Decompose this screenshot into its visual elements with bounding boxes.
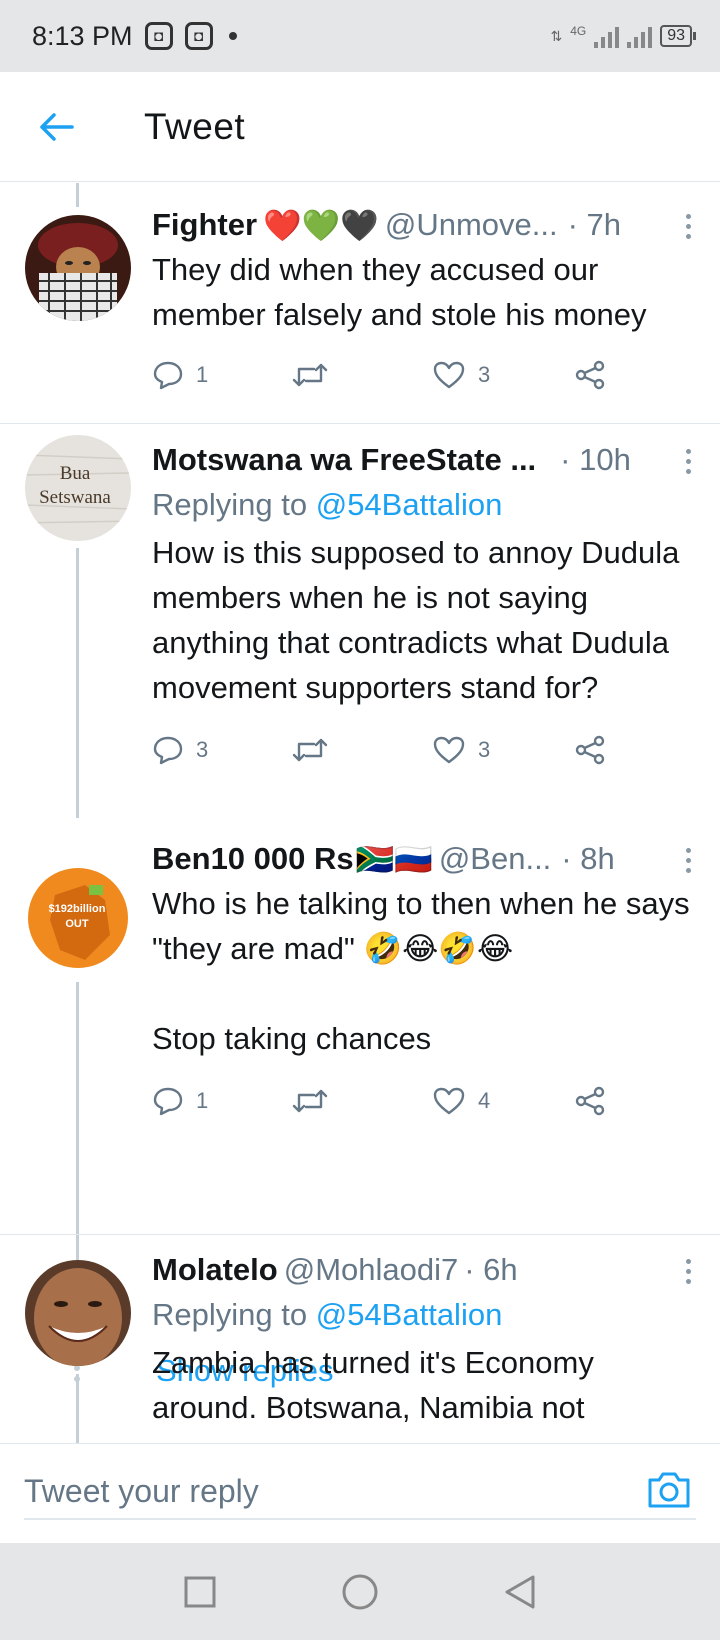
network-type-label: 4G — [570, 24, 587, 38]
tweet-text: How is this supposed to annoy Dudula mem… — [152, 535, 688, 705]
retweet-button[interactable] — [292, 361, 432, 389]
display-name[interactable]: Motswana wa FreeState ... — [152, 442, 536, 478]
tweet-text: They did when they accused our member fa… — [152, 252, 647, 332]
heart-icon — [433, 1087, 465, 1115]
tweet-actions: 1 4 — [152, 1081, 700, 1121]
reply-composer — [0, 1443, 720, 1543]
tweet-actions: 3 3 — [152, 730, 700, 770]
avatar-text-line-2: OUT — [65, 918, 89, 930]
display-name[interactable]: Fighter — [152, 207, 257, 243]
data-transfer-icon: ⇅ — [550, 27, 563, 44]
display-name[interactable]: Ben10 000 Rs — [152, 841, 354, 877]
reply-count: 1 — [196, 362, 209, 387]
back-arrow-icon[interactable] — [28, 99, 84, 155]
replying-to-line: Replying to @54Battalion — [152, 1292, 700, 1338]
top-app-bar: Tweet — [0, 72, 720, 182]
replying-to-line: Replying to @54Battalion — [152, 482, 700, 528]
name-emoji: ❤️💚🖤 — [263, 207, 379, 243]
avatar[interactable] — [25, 1260, 131, 1366]
heart-icon — [433, 736, 465, 764]
replying-to-mention[interactable]: @54Battalion — [316, 487, 503, 522]
heart-icon — [433, 361, 465, 389]
status-time: 8:13 PM — [32, 20, 133, 51]
more-notifications-dot-icon — [228, 32, 237, 40]
tweet-actions: 1 3 — [152, 355, 700, 395]
tweet-thread: Fighter ❤️💚🖤 @Unmove... · 7h They did wh… — [0, 183, 720, 1443]
tweet-timestamp[interactable]: · 7h — [568, 207, 621, 243]
reply-icon — [153, 736, 183, 765]
notification-app-icon: ◘ — [184, 22, 213, 50]
camera-icon[interactable] — [646, 1470, 692, 1510]
like-button[interactable]: 4 — [432, 1086, 574, 1116]
notification-app-icon: ◘ — [144, 22, 173, 50]
thread-connector-line — [76, 1374, 79, 1443]
thread-connector-line — [76, 548, 79, 818]
user-handle[interactable]: @Unmove... — [385, 207, 558, 243]
replying-to-label: Replying to — [152, 1297, 308, 1332]
retweet-icon — [292, 1089, 328, 1113]
tweet-timestamp[interactable]: · 10h — [560, 442, 631, 478]
avatar[interactable] — [25, 215, 131, 321]
tweet-text: Zambia has turned it's Economy around. B… — [152, 1345, 603, 1425]
more-options-icon[interactable] — [676, 447, 700, 474]
like-count: 4 — [478, 1088, 491, 1113]
tweet-timestamp[interactable]: · 8h — [561, 841, 614, 877]
reply-tweet[interactable]: Fighter ❤️💚🖤 @Unmove... · 7h They did wh… — [0, 183, 720, 423]
share-icon — [575, 1086, 605, 1116]
avatar[interactable]: $192billion OUT — [25, 865, 131, 971]
share-button[interactable] — [574, 735, 606, 765]
tweet-text: Who is he talking to then when he says "… — [152, 886, 690, 1056]
back-triangle-icon[interactable] — [500, 1572, 540, 1612]
retweet-button[interactable] — [292, 1087, 432, 1115]
avatar-text-line-1: Bua — [60, 463, 91, 484]
user-handle[interactable]: @Mohlaodi7 — [284, 1252, 459, 1288]
user-handle[interactable]: @Ben... — [439, 841, 551, 877]
signal-strength-icon — [594, 24, 620, 48]
more-options-icon[interactable] — [676, 1257, 700, 1284]
reply-button[interactable]: 3 — [152, 735, 292, 765]
more-options-icon[interactable] — [676, 846, 700, 873]
reply-icon — [153, 361, 183, 390]
share-icon — [575, 735, 605, 765]
retweet-button[interactable] — [292, 736, 432, 764]
avatar-text-line-1: $192billion — [49, 903, 106, 915]
replying-to-mention[interactable]: @54Battalion — [316, 1297, 503, 1332]
reply-button[interactable]: 1 — [152, 1086, 292, 1116]
avatar[interactable]: Bua Setswana — [25, 435, 131, 541]
share-icon — [575, 360, 605, 390]
home-circle-icon[interactable] — [340, 1572, 380, 1612]
like-count: 3 — [478, 362, 491, 387]
thread-connector-line — [76, 183, 79, 207]
reply-tweet[interactable]: Bua Setswana Motswana wa FreeState ... ·… — [0, 424, 720, 818]
reply-tweet[interactable]: Molatelo @Mohlaodi7 · 6h Replying to @54… — [0, 1235, 720, 1443]
signal-strength-icon-2 — [627, 24, 653, 48]
display-name[interactable]: Molatelo — [152, 1252, 278, 1288]
page-title: Tweet — [144, 105, 246, 147]
battery-icon: 93 — [660, 25, 696, 47]
status-indicators: ⇅ 4G 93 — [550, 24, 696, 48]
status-bar: 8:13 PM ◘ ◘ ⇅ 4G 93 — [0, 0, 720, 72]
reply-input[interactable] — [24, 1464, 696, 1520]
avatar-text-line-2: Setswana — [39, 487, 111, 508]
share-button[interactable] — [574, 1086, 606, 1116]
reply-count: 3 — [196, 737, 209, 762]
name-flags: 🇿🇦🇷🇺 — [355, 841, 433, 877]
retweet-icon — [292, 738, 328, 762]
system-navigation-bar — [0, 1543, 720, 1640]
reply-count: 1 — [196, 1088, 209, 1113]
share-button[interactable] — [574, 360, 606, 390]
like-button[interactable]: 3 — [432, 360, 574, 390]
replying-to-label: Replying to — [152, 487, 308, 522]
recent-apps-square-icon[interactable] — [180, 1572, 220, 1612]
retweet-icon — [292, 363, 328, 387]
like-button[interactable]: 3 — [432, 735, 574, 765]
more-options-icon[interactable] — [676, 212, 700, 239]
tweet-timestamp[interactable]: · 6h — [464, 1252, 517, 1288]
reply-icon — [153, 1087, 183, 1116]
reply-button[interactable]: 1 — [152, 360, 292, 390]
like-count: 3 — [478, 737, 491, 762]
